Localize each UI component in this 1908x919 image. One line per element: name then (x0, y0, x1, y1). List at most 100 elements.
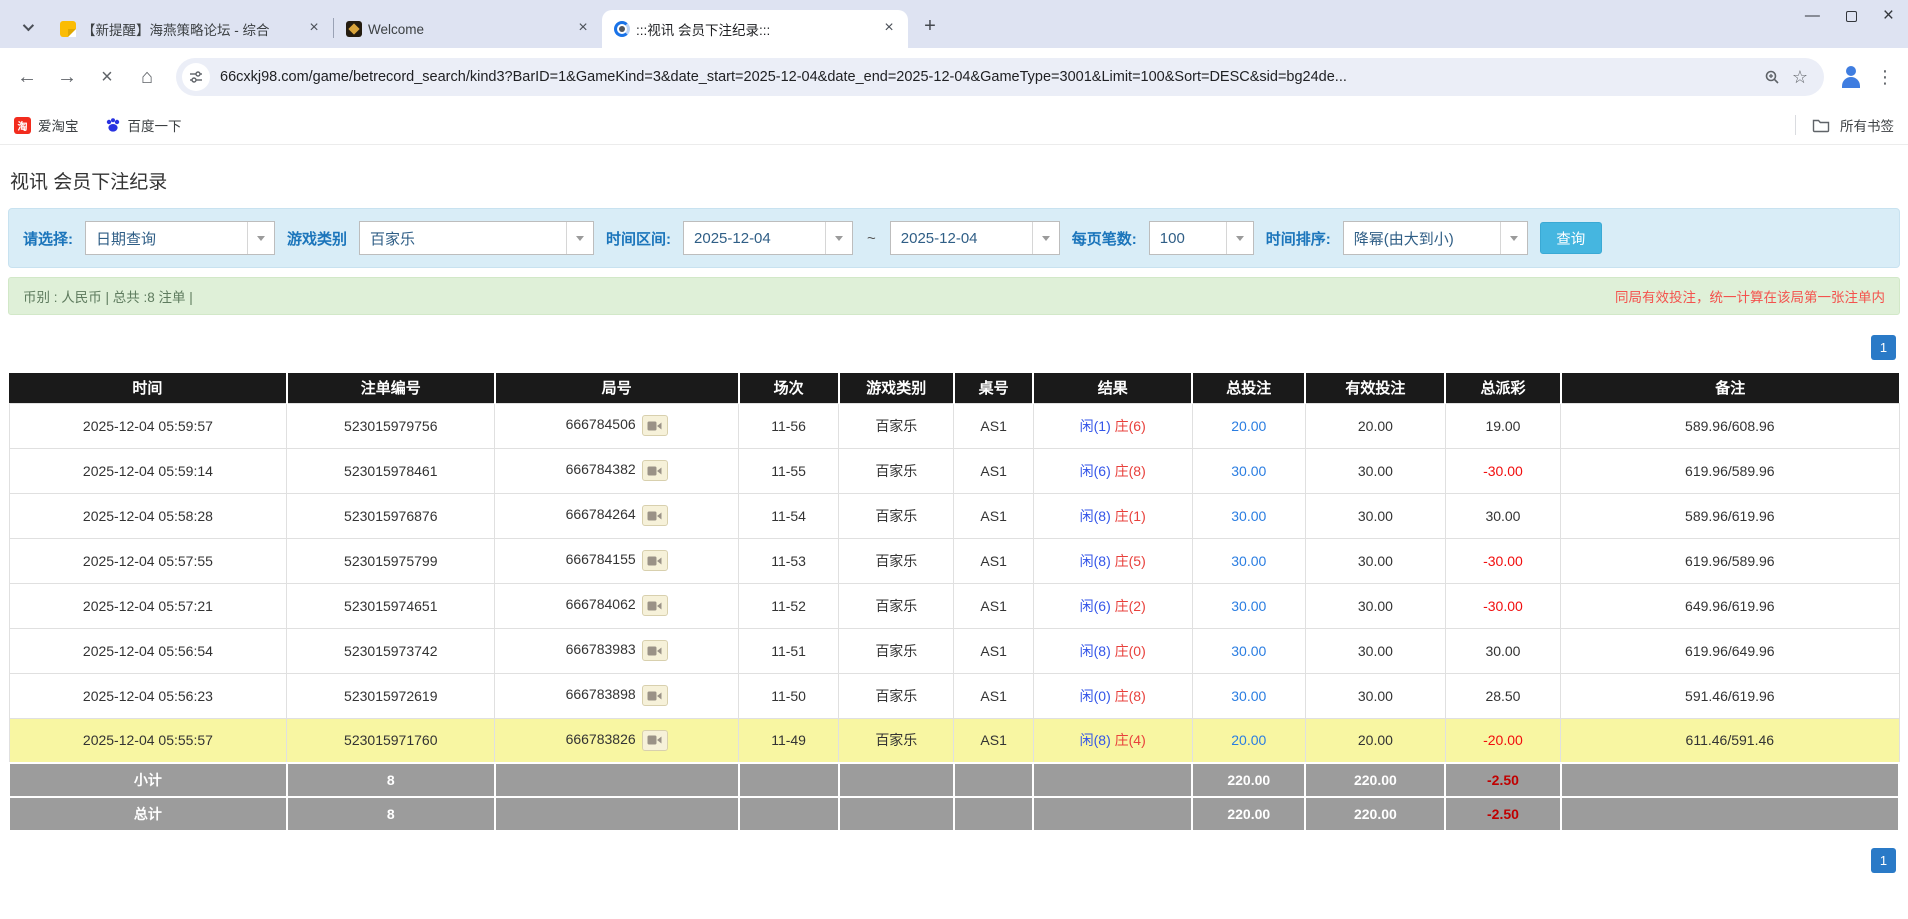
cell-valid-bet: 20.00 (1304, 402, 1446, 449)
date-start-select[interactable]: 2025-12-04 (683, 221, 854, 255)
address-bar[interactable]: 66cxkj98.com/game/betrecord_search/kind3… (176, 58, 1824, 96)
search-button[interactable]: 查询 (1539, 222, 1602, 254)
maximize-button[interactable] (1845, 10, 1857, 22)
total-bet-link[interactable]: 30.00 (1231, 643, 1266, 659)
info-note-text: 同局有效投注，统一计算在该局第一张注单内 (1615, 290, 1885, 305)
total-bet-link[interactable]: 30.00 (1231, 553, 1266, 569)
cell-note: 589.96/608.96 (1560, 402, 1900, 449)
sort-label: 时间排序: (1265, 230, 1331, 248)
header-time: 时间 (9, 373, 288, 403)
url-text[interactable]: 66cxkj98.com/game/betrecord_search/kind3… (220, 69, 1758, 85)
sort-select[interactable]: 降幂(由大到小) (1342, 221, 1528, 255)
per-page-select[interactable]: 100 (1148, 221, 1254, 255)
cell-time: 2025-12-04 05:59:14 (8, 447, 288, 494)
cell-time: 2025-12-04 05:59:57 (8, 402, 288, 449)
table-row: 2025-12-04 05:57:21 523015974651 6667840… (8, 582, 1900, 629)
game-category-select[interactable]: 百家乐 (359, 221, 595, 255)
cell-payout: -30.00 (1444, 537, 1562, 584)
currency-total-text: 币别 : 人民币 | 总共 :8 注单 | (23, 290, 193, 305)
loading-favicon-icon (614, 21, 630, 37)
browser-toolbar: ← → × ⌂ 66cxkj98.com/game/betrecord_sear… (0, 48, 1908, 106)
stop-loading-button[interactable]: × (90, 60, 124, 94)
video-replay-icon[interactable] (641, 685, 668, 706)
header-result: 结果 (1033, 373, 1194, 403)
minimize-button[interactable]: — (1805, 8, 1820, 24)
zoom-icon[interactable] (1758, 63, 1786, 91)
chevron-down-icon[interactable] (247, 222, 274, 254)
tab-forum[interactable]: 【新提醒】海燕策略论坛 - 综合 × (48, 10, 333, 48)
back-button[interactable]: ← (10, 60, 44, 94)
bookmark-star-icon[interactable]: ☆ (1786, 63, 1814, 91)
video-replay-icon[interactable] (641, 460, 668, 481)
cell-valid-bet: 20.00 (1304, 717, 1446, 764)
table-row: 2025-12-04 05:56:54 523015973742 6667839… (8, 627, 1900, 674)
close-tab-icon[interactable]: × (305, 20, 323, 38)
chevron-down-icon[interactable] (566, 222, 594, 254)
new-tab-button[interactable]: + (916, 12, 944, 40)
forward-button[interactable]: → (50, 60, 84, 94)
result-banker: 庄(2) (1114, 597, 1146, 614)
total-bet-link[interactable]: 30.00 (1231, 688, 1266, 704)
cell-payout: -30.00 (1444, 582, 1562, 629)
close-tab-icon[interactable]: × (574, 20, 592, 38)
total-bet-link[interactable]: 30.00 (1231, 598, 1266, 614)
total-total-bet: 220.00 (1191, 796, 1307, 832)
video-replay-icon[interactable] (641, 729, 668, 751)
cell-table-no: AS1 (953, 672, 1034, 719)
total-bet-link[interactable]: 20.00 (1231, 732, 1266, 748)
cell-round: 666784506 (494, 402, 740, 449)
result-player: 闲(8) (1079, 552, 1111, 569)
browser-menu-icon[interactable]: ⋮ (1872, 67, 1898, 88)
tab-bet-records-active[interactable]: :::视讯 会员下注纪录::: × (602, 10, 908, 48)
total-bet-link[interactable]: 30.00 (1231, 463, 1266, 479)
cell-note: 649.96/619.96 (1560, 582, 1900, 629)
query-type-select[interactable]: 日期查询 (85, 221, 275, 255)
all-bookmarks-button[interactable]: 所有书签 (1795, 115, 1894, 135)
cell-total-bet: 30.00 (1191, 537, 1306, 584)
cell-session: 11-55 (738, 447, 840, 494)
video-replay-icon[interactable] (641, 640, 668, 661)
avatar-body (1842, 77, 1860, 88)
header-note: 备注 (1560, 373, 1899, 403)
filter-bar: 请选择: 日期查询 游戏类别 百家乐 时间区间: 2025-12-04 ~ 20… (8, 208, 1900, 268)
video-replay-icon[interactable] (641, 415, 668, 436)
cell-total-bet: 30.00 (1191, 492, 1306, 539)
header-table-no: 桌号 (953, 373, 1035, 403)
chevron-down-icon[interactable] (1031, 222, 1059, 254)
query-type-value: 日期查询 (96, 230, 157, 248)
close-tab-icon[interactable]: × (880, 20, 898, 38)
video-replay-icon[interactable] (641, 505, 668, 526)
chevron-down-icon[interactable] (825, 222, 853, 254)
cell-bet-id: 523015974651 (286, 582, 496, 629)
total-bet-link[interactable]: 20.00 (1231, 418, 1266, 434)
page-1-button[interactable]: 1 (1871, 848, 1896, 873)
video-replay-icon[interactable] (641, 550, 668, 571)
bookmark-taobao[interactable]: 淘 爱淘宝 (14, 115, 79, 135)
avatar-head (1846, 66, 1856, 76)
total-bet-link[interactable]: 30.00 (1231, 508, 1266, 524)
close-window-button[interactable]: × (1883, 6, 1894, 25)
result-player: 闲(1) (1079, 417, 1111, 434)
chevron-down-icon[interactable] (1499, 222, 1527, 254)
page-1-button[interactable]: 1 (1871, 335, 1896, 360)
video-replay-icon[interactable] (641, 595, 668, 616)
tab-welcome[interactable]: Welcome × (334, 10, 602, 48)
cell-bet-id: 523015976876 (286, 492, 496, 539)
round-number: 666783983 (565, 641, 636, 658)
home-button[interactable]: ⌂ (130, 60, 164, 94)
cell-bet-id: 523015972619 (286, 672, 496, 719)
bookmark-label: 百度一下 (127, 119, 182, 134)
cell-session: 11-53 (738, 537, 840, 584)
query-type-label: 请选择: (23, 230, 73, 248)
result-banker: 庄(8) (1114, 462, 1146, 479)
bookmark-baidu[interactable]: 百度一下 (105, 115, 182, 135)
date-end-value: 2025-12-04 (900, 229, 978, 247)
date-end-select[interactable]: 2025-12-04 (889, 221, 1060, 255)
tab-title: Welcome (368, 21, 425, 37)
table-row: 2025-12-04 05:59:14 523015978461 6667843… (8, 447, 1900, 494)
cell-note: 591.46/619.96 (1560, 672, 1900, 719)
site-settings-icon[interactable] (182, 63, 210, 91)
chevron-down-icon[interactable] (1225, 222, 1253, 254)
tab-search-button[interactable] (12, 14, 42, 40)
profile-avatar[interactable] (1836, 62, 1866, 92)
